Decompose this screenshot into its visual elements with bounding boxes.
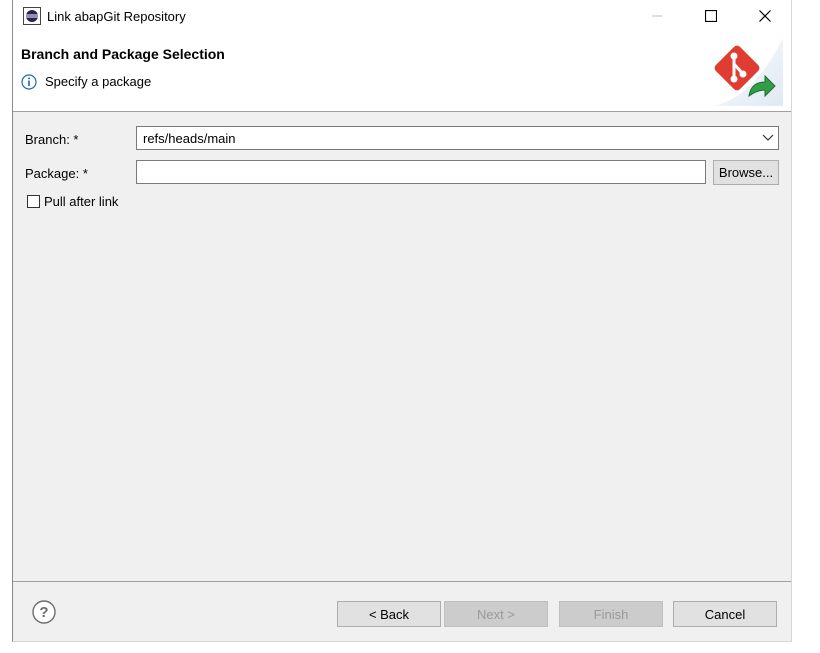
wizard-window: Link abapGit Repository Branch and Packa… — [12, 0, 792, 642]
abapgit-link-banner-icon — [713, 38, 783, 106]
finish-button[interactable]: Finish — [559, 601, 663, 627]
package-input[interactable] — [136, 160, 706, 184]
wizard-page-title: Branch and Package Selection — [21, 46, 225, 62]
maximize-button[interactable] — [688, 0, 734, 32]
wizard-message: Specify a package — [45, 74, 152, 89]
branch-label: Branch: * — [25, 132, 79, 147]
chevron-down-icon[interactable] — [762, 134, 774, 142]
maximize-icon — [705, 10, 717, 22]
wizard-header: Branch and Package Selection Specify a p… — [13, 34, 791, 112]
pull-after-link-checkbox[interactable] — [27, 195, 40, 208]
info-icon — [21, 74, 37, 90]
title-bar: Link abapGit Repository — [13, 0, 791, 34]
close-icon — [759, 10, 771, 22]
browse-button[interactable]: Browse... — [713, 160, 779, 185]
branch-value: refs/heads/main — [143, 131, 236, 146]
minimize-button[interactable] — [634, 0, 680, 32]
pull-after-link-label: Pull after link — [44, 194, 119, 209]
branch-combo[interactable]: refs/heads/main — [136, 126, 779, 150]
back-button[interactable]: < Back — [337, 601, 441, 627]
cancel-button[interactable]: Cancel — [673, 601, 777, 627]
window-title: Link abapGit Repository — [47, 9, 186, 24]
package-label: Package: * — [25, 166, 88, 181]
svg-text:?: ? — [39, 604, 48, 621]
help-icon[interactable]: ? — [32, 600, 56, 624]
footer-divider — [13, 581, 791, 582]
next-button[interactable]: Next > — [444, 601, 548, 627]
eclipse-icon — [23, 7, 41, 25]
close-button[interactable] — [742, 0, 788, 32]
minimize-icon — [652, 15, 662, 17]
